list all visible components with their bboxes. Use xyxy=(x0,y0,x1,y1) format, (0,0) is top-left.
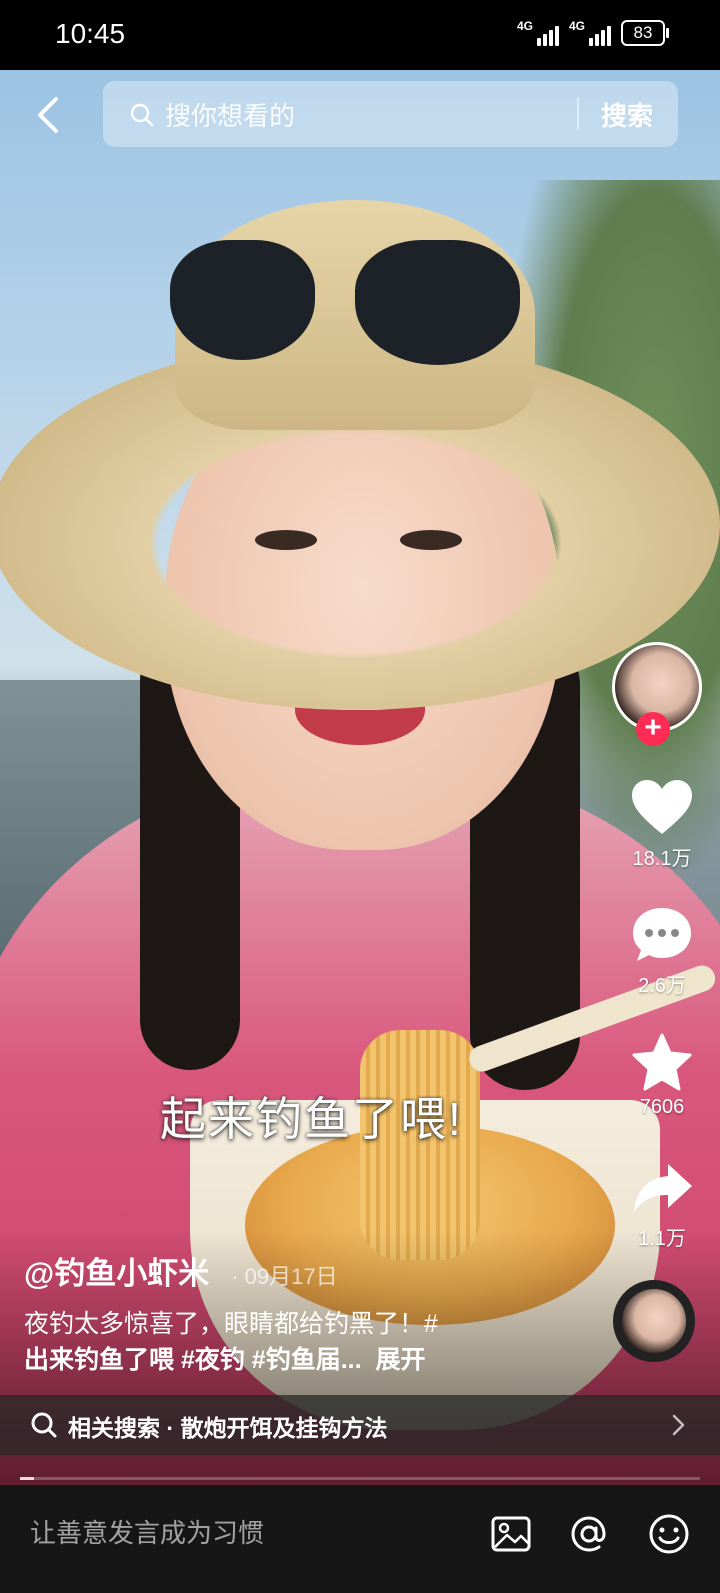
comment-button[interactable]: 2.6万 xyxy=(612,905,712,998)
signal-icon: 4G xyxy=(517,20,559,46)
related-search-label: 相关搜索 · 散炮开饵及挂钩方法 xyxy=(68,1415,388,1441)
status-bar: 10:45 4G 4G 83 xyxy=(0,0,720,70)
description-line-1: 夜钓太多惊喜了，眼睛都给钓黑了！# xyxy=(24,1310,438,1338)
scene-sunglass-left xyxy=(170,240,315,360)
share-count: 1.1万 xyxy=(638,1228,686,1250)
back-icon xyxy=(38,97,58,133)
status-time: 10:45 xyxy=(55,18,126,49)
video-progress-fill xyxy=(20,1477,34,1480)
search-icon xyxy=(31,1412,57,1438)
chevron-right-icon xyxy=(672,1414,685,1436)
search-input[interactable]: 搜你想看的 搜索 xyxy=(103,81,678,147)
comment-input[interactable]: 让善意发言成为习惯 xyxy=(30,1513,264,1550)
comment-icon xyxy=(633,908,691,961)
at-icon[interactable] xyxy=(566,1511,612,1557)
share-button[interactable]: 1.1万 xyxy=(612,1158,712,1251)
related-search-bar[interactable]: 相关搜索 · 散炮开饵及挂钩方法 xyxy=(0,1395,720,1455)
video-progress-bar[interactable] xyxy=(20,1477,700,1480)
search-divider xyxy=(577,98,579,130)
emoji-icon[interactable] xyxy=(646,1511,692,1557)
like-count: 18.1万 xyxy=(632,848,692,870)
battery-icon: 83 xyxy=(621,20,669,46)
follow-button[interactable]: + xyxy=(636,712,670,746)
music-disc[interactable] xyxy=(613,1280,695,1362)
comment-bar: 让善意发言成为习惯 xyxy=(0,1485,720,1593)
search-placeholder: 搜你想看的 xyxy=(165,101,296,131)
favorite-count: 7606 xyxy=(639,1096,685,1118)
scene-sunglass-right xyxy=(355,240,520,365)
favorite-button[interactable]: 7606 xyxy=(612,1032,712,1119)
comment-count: 2.6万 xyxy=(638,975,686,997)
description-hashtags[interactable]: 出来钓鱼了喂 #夜钓 #钓鱼届... xyxy=(24,1346,362,1374)
back-button[interactable] xyxy=(30,95,70,135)
search-button[interactable]: 搜索 xyxy=(601,96,653,133)
image-icon[interactable] xyxy=(488,1511,534,1557)
post-date: · 09月17日 xyxy=(231,1264,338,1289)
star-icon xyxy=(632,1033,692,1091)
share-icon xyxy=(634,1164,692,1212)
signal-icon: 4G xyxy=(569,20,611,46)
video-screen: 10:45 4G 4G 83 搜你想看的 搜索 起来钓鱼了喂! + 18.1万 … xyxy=(0,0,720,1593)
heart-icon xyxy=(632,780,692,834)
post-description[interactable]: 夜钓太多惊喜了，眼睛都给钓黑了！# 出来钓鱼了喂 #夜钓 #钓鱼届... 展开 xyxy=(24,1306,544,1378)
search-icon xyxy=(130,103,154,127)
status-icons: 4G 4G 83 xyxy=(517,20,669,46)
network-type-label: 4G xyxy=(516,19,533,33)
author-row: @钓鱼小虾米 · 09月17日 xyxy=(24,1248,338,1293)
like-button[interactable]: 18.1万 xyxy=(612,778,712,871)
network-type-label: 4G xyxy=(568,19,585,33)
plus-icon: + xyxy=(644,711,662,744)
description-line-2: 出来钓鱼了喂 #夜钓 #钓鱼届... 展开 xyxy=(24,1342,544,1378)
video-subtitle: 起来钓鱼了喂! xyxy=(160,1093,463,1145)
expand-button[interactable]: 展开 xyxy=(376,1346,426,1374)
author-name[interactable]: @钓鱼小虾米 xyxy=(24,1248,209,1293)
